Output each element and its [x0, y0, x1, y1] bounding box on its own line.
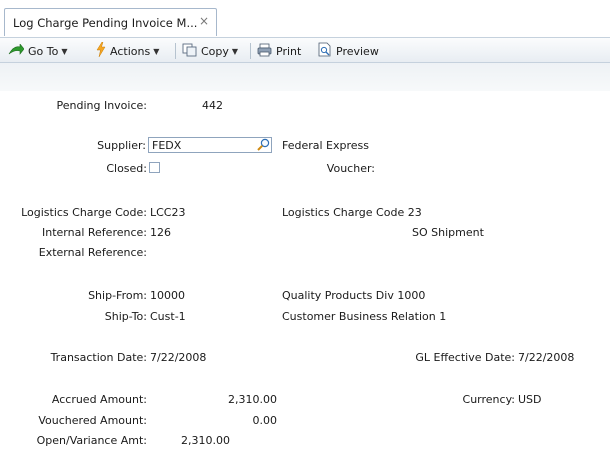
- external-reference-label: External Reference:: [38, 246, 147, 259]
- chevron-down-icon: ▼: [61, 46, 68, 56]
- toolbar-separator: [250, 43, 251, 59]
- tab-strip: Log Charge Pending Invoice M... ×: [0, 0, 610, 37]
- print-button[interactable]: Print: [257, 42, 301, 60]
- ship-from-value: 10000: [150, 289, 185, 302]
- actions-button[interactable]: Actions ▼: [96, 41, 160, 60]
- preview-label: Preview: [336, 44, 379, 58]
- pending-invoice-label: Pending Invoice:: [56, 99, 147, 112]
- open-variance-amount-label: Open/Variance Amt:: [36, 434, 147, 447]
- transaction-date-label: Transaction Date:: [50, 351, 147, 364]
- vouchered-amount-label: Vouchered Amount:: [38, 414, 147, 427]
- header-band: [0, 63, 610, 91]
- printer-icon: [257, 43, 272, 60]
- internal-reference-label: Internal Reference:: [42, 226, 147, 239]
- close-icon[interactable]: ×: [199, 14, 209, 28]
- goto-arrow-icon: [8, 42, 25, 59]
- accrued-amount-label: Accrued Amount:: [51, 393, 147, 406]
- gl-effective-date-value: 7/22/2008: [518, 351, 575, 364]
- ship-from-desc: Quality Products Div 1000: [282, 289, 426, 302]
- lightning-icon: [96, 41, 106, 60]
- supplier-name: Federal Express: [282, 139, 370, 152]
- supplier-input[interactable]: [148, 137, 272, 153]
- vouchered-amount-value: 0.00: [252, 414, 278, 427]
- toolbar-separator: [175, 43, 176, 59]
- copy-label: Copy: [201, 44, 229, 58]
- open-variance-amount-value: 2,310.00: [181, 434, 230, 447]
- supplier-label: Supplier:: [97, 139, 146, 152]
- copy-icon: [182, 43, 197, 60]
- ship-to-label: Ship-To:: [104, 310, 147, 323]
- internal-reference-value: 126: [150, 226, 171, 239]
- internal-reference-desc: SO Shipment: [412, 226, 484, 239]
- voucher-label: Voucher:: [326, 162, 375, 175]
- closed-checkbox[interactable]: [149, 162, 160, 173]
- chevron-down-icon: ▼: [231, 46, 239, 56]
- copy-button[interactable]: Copy ▼: [182, 42, 238, 60]
- actions-label: Actions: [110, 44, 151, 58]
- search-icon[interactable]: [256, 138, 271, 152]
- logistics-charge-code-value: LCC23: [150, 206, 186, 219]
- gl-effective-date-label: GL Effective Date:: [415, 351, 515, 364]
- toolbar: Go To ▼ Actions ▼ Copy ▼ Print Preview: [0, 37, 610, 63]
- logistics-charge-code-label: Logistics Charge Code:: [21, 206, 147, 219]
- print-label: Print: [276, 44, 302, 58]
- chevron-down-icon: ▼: [153, 46, 160, 56]
- logistics-charge-code-desc: Logistics Charge Code 23: [282, 206, 422, 219]
- ship-to-value: Cust-1: [150, 310, 186, 323]
- preview-button[interactable]: Preview: [318, 42, 379, 60]
- closed-label: Closed:: [106, 162, 147, 175]
- goto-button[interactable]: Go To ▼: [8, 42, 68, 60]
- ship-from-label: Ship-From:: [88, 289, 147, 302]
- accrued-amount-value: 2,310.00: [228, 393, 277, 406]
- goto-label: Go To: [28, 44, 59, 58]
- preview-icon: [318, 42, 332, 60]
- pending-invoice-value: 442: [202, 99, 223, 112]
- tab-title: Log Charge Pending Invoice M...: [13, 16, 198, 30]
- currency-label: Currency:: [462, 393, 515, 406]
- ship-to-desc: Customer Business Relation 1: [282, 310, 447, 323]
- transaction-date-value: 7/22/2008: [150, 351, 207, 364]
- tab-log-charge-pending-invoice[interactable]: Log Charge Pending Invoice M... ×: [4, 8, 217, 36]
- currency-value: USD: [518, 393, 542, 406]
